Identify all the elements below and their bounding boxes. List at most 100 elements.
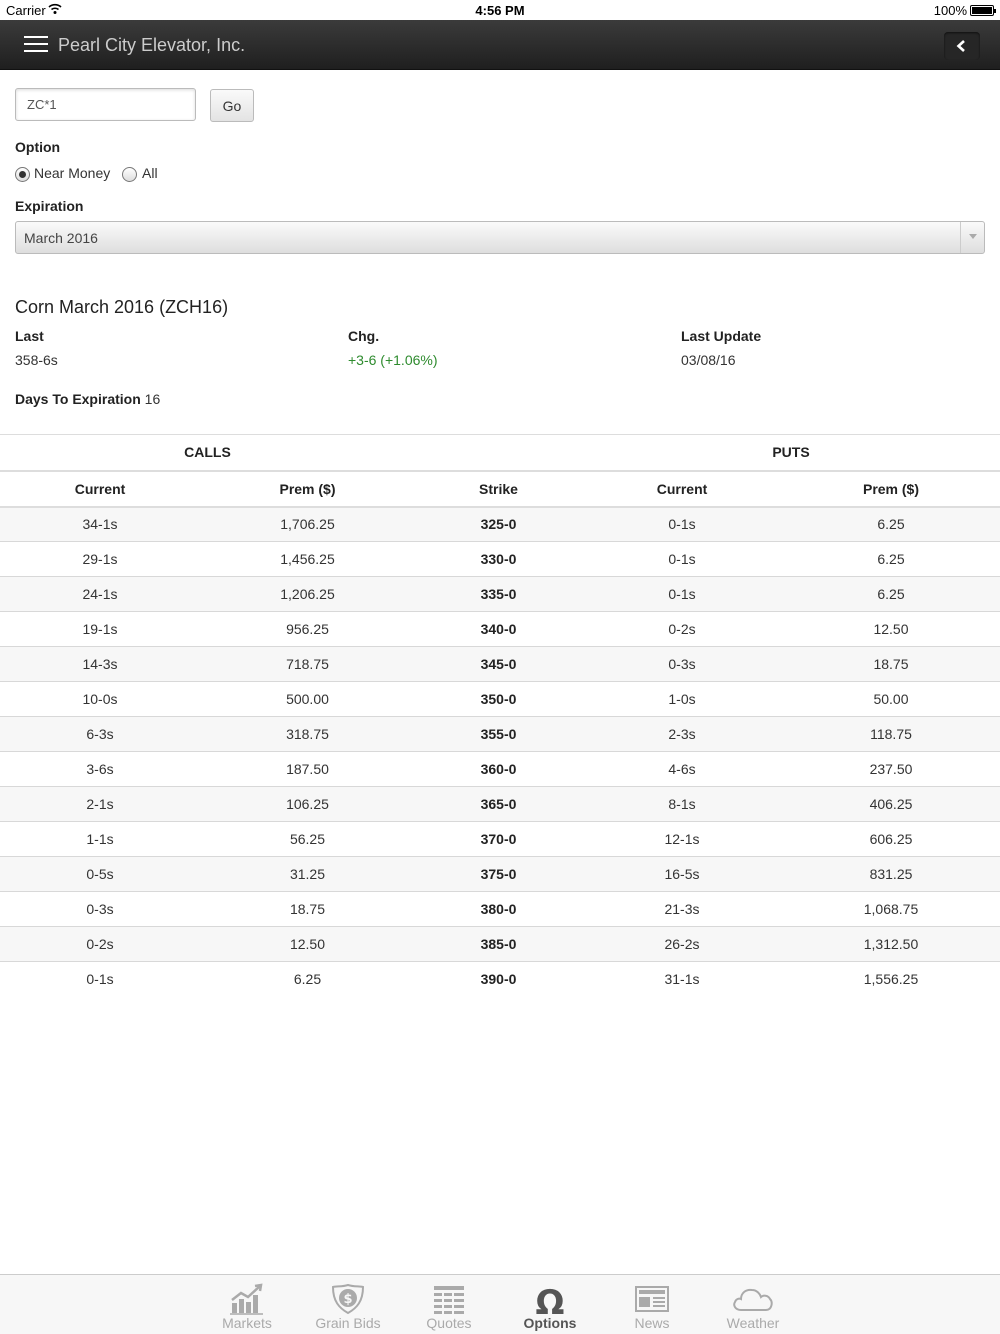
tab-weather-label: Weather — [726, 1315, 780, 1331]
cell-put-current: 12-1s — [582, 821, 782, 857]
table-row: 0-1s 6.25 390-0 31-1s 1,556.25 — [0, 961, 1000, 997]
tab-quotes[interactable]: Quotes — [399, 1275, 499, 1334]
dollar-shield-icon: $ — [331, 1283, 365, 1315]
cell-strike: 345-0 — [415, 646, 582, 682]
cell-put-prem: 406.25 — [782, 786, 1000, 822]
cell-put-current: 0-2s — [582, 611, 782, 647]
last-label: Last — [15, 328, 44, 344]
cell-call-current: 0-2s — [0, 926, 200, 962]
cell-put-current: 0-3s — [582, 646, 782, 682]
col-strike: Strike — [415, 470, 582, 508]
days-to-expiration: Days To Expiration 16 — [15, 391, 160, 407]
all-label[interactable]: All — [142, 165, 158, 181]
cell-strike: 350-0 — [415, 681, 582, 717]
cell-put-prem: 6.25 — [782, 506, 1000, 542]
cell-call-prem: 318.75 — [200, 716, 415, 752]
table-group-header: CALLS PUTS — [0, 434, 1000, 472]
col-call-current: Current — [0, 470, 200, 508]
chevron-down-icon — [960, 222, 984, 253]
table-row: 3-6s 187.50 360-0 4-6s 237.50 — [0, 751, 1000, 787]
app-title: Pearl City Elevator, Inc. — [58, 35, 246, 55]
cell-call-current: 34-1s — [0, 506, 200, 542]
col-put-current: Current — [582, 470, 782, 508]
svg-text:Ω: Ω — [536, 1283, 565, 1315]
cell-put-current: 0-1s — [582, 541, 782, 577]
tab-grain-bids[interactable]: $ Grain Bids — [298, 1275, 398, 1334]
cell-call-current: 0-5s — [0, 856, 200, 892]
cell-strike: 385-0 — [415, 926, 582, 962]
all-radio[interactable] — [122, 167, 137, 182]
battery-icon — [970, 5, 996, 16]
table-row: 24-1s 1,206.25 335-0 0-1s 6.25 — [0, 576, 1000, 612]
cell-put-prem: 50.00 — [782, 681, 1000, 717]
chg-label: Chg. — [348, 328, 380, 344]
cell-strike: 375-0 — [415, 856, 582, 892]
cell-strike: 380-0 — [415, 891, 582, 927]
table-column-header: Current Prem ($) Strike Current Prem ($) — [0, 470, 1000, 508]
cell-call-prem: 12.50 — [200, 926, 415, 962]
cell-call-current: 10-0s — [0, 681, 200, 717]
cell-strike: 390-0 — [415, 961, 582, 997]
tab-weather[interactable]: Weather — [703, 1275, 803, 1334]
tab-markets-label: Markets — [222, 1315, 272, 1331]
cell-call-prem: 956.25 — [200, 611, 415, 647]
cell-put-current: 1-0s — [582, 681, 782, 717]
symbol-input[interactable] — [15, 88, 196, 121]
cell-put-prem: 606.25 — [782, 821, 1000, 857]
cell-call-current: 19-1s — [0, 611, 200, 647]
svg-text:$: $ — [343, 1292, 352, 1307]
back-button[interactable] — [944, 32, 980, 60]
last-value: 358-6s — [15, 352, 58, 368]
app-header: Pearl City Elevator, Inc. — [0, 20, 1000, 70]
cell-put-prem: 1,556.25 — [782, 961, 1000, 997]
cell-call-current: 3-6s — [0, 751, 200, 787]
go-button[interactable]: Go — [210, 89, 254, 122]
cell-put-current: 26-2s — [582, 926, 782, 962]
table-row: 0-2s 12.50 385-0 26-2s 1,312.50 — [0, 926, 1000, 962]
tab-news[interactable]: News — [602, 1275, 702, 1334]
cell-call-current: 29-1s — [0, 541, 200, 577]
tab-options[interactable]: Ω Options — [500, 1275, 600, 1334]
cell-put-prem: 831.25 — [782, 856, 1000, 892]
col-put-prem: Prem ($) — [782, 470, 1000, 508]
cell-call-prem: 106.25 — [200, 786, 415, 822]
strike-group-spacer — [415, 434, 582, 472]
cell-put-current: 0-1s — [582, 576, 782, 612]
near-money-label[interactable]: Near Money — [34, 165, 110, 181]
cell-call-current: 1-1s — [0, 821, 200, 857]
col-call-prem: Prem ($) — [200, 470, 415, 508]
expiration-select[interactable]: March 2016 — [15, 221, 985, 254]
cell-call-prem: 1,456.25 — [200, 541, 415, 577]
newspaper-icon — [635, 1286, 669, 1312]
near-money-radio[interactable] — [15, 167, 30, 182]
tab-grain-bids-label: Grain Bids — [315, 1315, 381, 1331]
cell-put-prem: 6.25 — [782, 541, 1000, 577]
cell-strike: 355-0 — [415, 716, 582, 752]
cell-put-prem: 1,068.75 — [782, 891, 1000, 927]
cell-put-prem: 12.50 — [782, 611, 1000, 647]
cell-call-current: 0-1s — [0, 961, 200, 997]
cell-call-prem: 6.25 — [200, 961, 415, 997]
tab-markets[interactable]: Markets — [197, 1275, 297, 1334]
cell-call-prem: 1,706.25 — [200, 506, 415, 542]
table-row: 1-1s 56.25 370-0 12-1s 606.25 — [0, 821, 1000, 857]
puts-header: PUTS — [582, 434, 1000, 472]
chart-icon — [230, 1283, 263, 1315]
cell-strike: 365-0 — [415, 786, 582, 822]
contract-title: Corn March 2016 (ZCH16) — [15, 297, 229, 317]
tab-options-label: Options — [523, 1315, 577, 1331]
cell-put-prem: 1,312.50 — [782, 926, 1000, 962]
cell-call-current: 6-3s — [0, 716, 200, 752]
cell-put-current: 2-3s — [582, 716, 782, 752]
expiration-selected-value: March 2016 — [24, 230, 98, 246]
cloud-icon — [733, 1288, 773, 1311]
cell-call-prem: 56.25 — [200, 821, 415, 857]
table-row: 19-1s 956.25 340-0 0-2s 12.50 — [0, 611, 1000, 647]
cell-strike: 340-0 — [415, 611, 582, 647]
cell-put-prem: 18.75 — [782, 646, 1000, 682]
cell-put-current: 31-1s — [582, 961, 782, 997]
table-row: 6-3s 318.75 355-0 2-3s 118.75 — [0, 716, 1000, 752]
last-update-value: 03/08/16 — [681, 352, 736, 368]
hamburger-menu-icon[interactable] — [24, 36, 48, 54]
cell-strike: 360-0 — [415, 751, 582, 787]
